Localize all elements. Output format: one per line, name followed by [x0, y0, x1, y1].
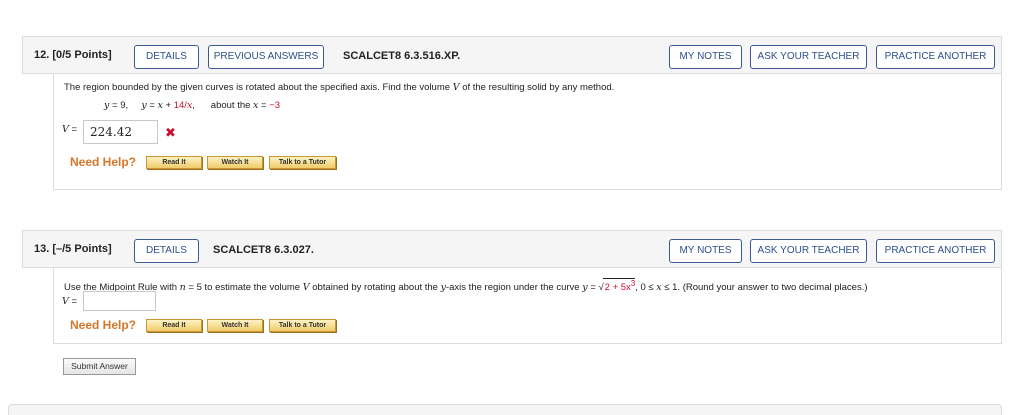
answer-input[interactable] — [83, 291, 156, 311]
question-body: The region bounded by the given curves i… — [53, 74, 1002, 190]
read-it-button[interactable]: Read It — [146, 156, 202, 169]
ask-your-teacher-button[interactable]: ASK YOUR TEACHER — [750, 239, 867, 263]
practice-another-button[interactable]: PRACTICE ANOTHER — [876, 239, 995, 263]
next-question-card — [8, 404, 1002, 415]
details-button[interactable]: DETAILS — [134, 239, 199, 263]
previous-answers-button[interactable]: PREVIOUS ANSWERS — [208, 45, 324, 69]
talk-to-tutor-button[interactable]: Talk to a Tutor — [269, 319, 336, 332]
watch-it-button[interactable]: Watch It — [207, 319, 263, 332]
incorrect-x-icon: ✖ — [165, 125, 176, 140]
given-curves: y = 9, y = x + 14/x, about the x = −3 — [104, 100, 281, 111]
talk-to-tutor-button[interactable]: Talk to a Tutor — [269, 156, 336, 169]
ask-your-teacher-button[interactable]: ASK YOUR TEACHER — [750, 45, 867, 69]
practice-another-button[interactable]: PRACTICE ANOTHER — [876, 45, 995, 69]
question-header: 13. [–/5 Points] DETAILS SCALCET8 6.3.02… — [22, 230, 1002, 268]
submit-answer-button[interactable]: Submit Answer — [63, 358, 136, 375]
need-help-label: Need Help? — [70, 155, 137, 169]
question-12: 12. [0/5 Points] DETAILS PREVIOUS ANSWER… — [22, 36, 1002, 190]
question-number: 13. [–/5 Points] — [34, 243, 112, 255]
question-body: Use the Midpoint Rule with n = 5 to esti… — [53, 268, 1002, 344]
read-it-button[interactable]: Read It — [146, 319, 202, 332]
answer-label: V = — [62, 124, 78, 135]
question-code: SCALCET8 6.3.027. — [213, 244, 314, 256]
need-help-label: Need Help? — [70, 318, 137, 332]
my-notes-button[interactable]: MY NOTES — [669, 45, 742, 69]
question-13: 13. [–/5 Points] DETAILS SCALCET8 6.3.02… — [22, 230, 1002, 380]
answer-label: V = — [62, 296, 78, 307]
watch-it-button[interactable]: Watch It — [207, 156, 263, 169]
question-header: 12. [0/5 Points] DETAILS PREVIOUS ANSWER… — [22, 36, 1002, 74]
my-notes-button[interactable]: MY NOTES — [669, 239, 742, 263]
question-number: 12. [0/5 Points] — [34, 49, 112, 61]
problem-statement: Use the Midpoint Rule with n = 5 to esti… — [64, 278, 868, 294]
answer-input[interactable]: 224.42 — [83, 120, 158, 144]
problem-statement: The region bounded by the given curves i… — [64, 82, 615, 93]
question-code: SCALCET8 6.3.516.XP. — [343, 50, 461, 62]
details-button[interactable]: DETAILS — [134, 45, 199, 69]
